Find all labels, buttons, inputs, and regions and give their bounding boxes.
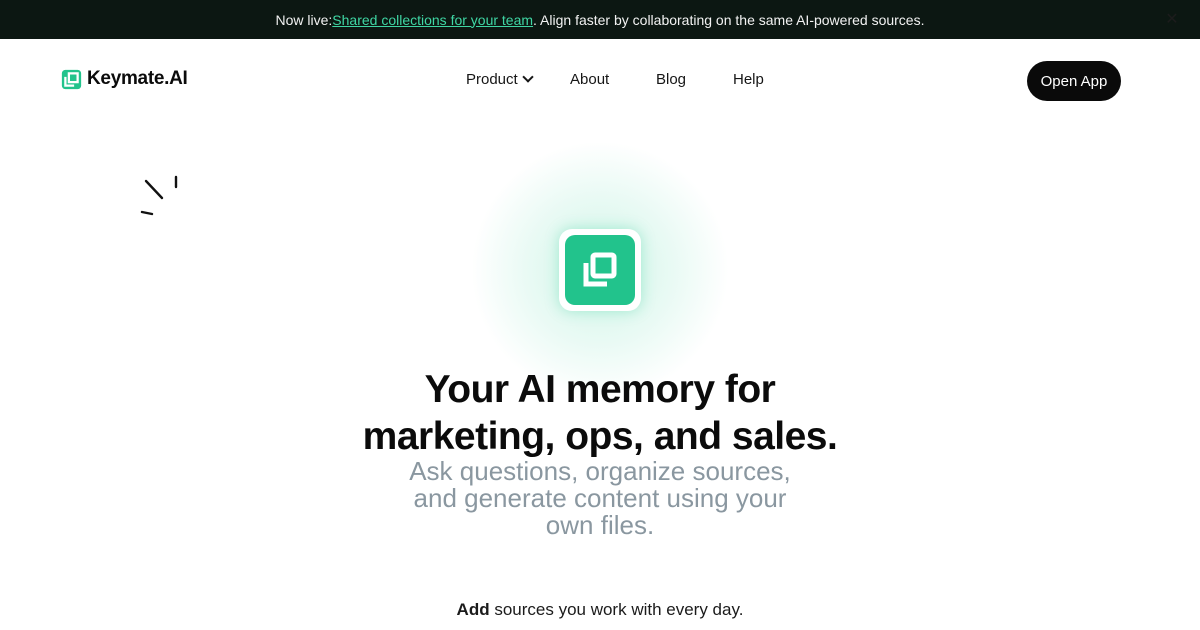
brand-name: Keymate.AI xyxy=(87,68,188,89)
announcement-banner: Now live: Shared collections for your te… xyxy=(0,0,1200,39)
feature-add-bold: Add xyxy=(456,600,490,619)
nav-product[interactable]: Product xyxy=(466,71,534,88)
close-icon[interactable]: ✕ xyxy=(1162,9,1182,29)
keymate-app-icon xyxy=(559,229,641,311)
sub-line-1: Ask questions, organize sources, xyxy=(409,456,791,486)
layers-icon xyxy=(583,252,617,287)
headline-line-2: marketing, ops, and sales. xyxy=(362,415,838,458)
app-icon-tile xyxy=(565,235,635,305)
keymate-logo-icon xyxy=(61,69,82,89)
sub-line-3: own files. xyxy=(545,510,655,540)
feature-add-text: sources you work with every day. xyxy=(489,600,744,619)
nav-product-label: Product xyxy=(466,71,518,88)
hero-headline: Your AI memory for marketing, ops, and s… xyxy=(300,366,900,460)
banner-suffix: . Align faster by collaborating on the s… xyxy=(533,11,925,28)
chevron-down-icon xyxy=(522,71,534,83)
headline-line-1: Your AI memory for xyxy=(424,368,776,411)
brand-logo[interactable]: Keymate.AI xyxy=(61,68,188,90)
sparkle-doodle-icon xyxy=(140,175,178,216)
banner-prefix: Now live: xyxy=(275,11,333,28)
sub-line-2: and generate content using your xyxy=(413,483,787,513)
nav-about[interactable]: About xyxy=(570,71,609,88)
hero-subheadline: Ask questions, organize sources, and gen… xyxy=(380,458,820,539)
nav-blog[interactable]: Blog xyxy=(656,71,686,88)
open-app-button[interactable]: Open App xyxy=(1027,61,1121,101)
feature-add: Add sources you work with every day. xyxy=(300,600,900,620)
banner-link[interactable]: Shared collections for your team xyxy=(332,12,533,28)
nav-help[interactable]: Help xyxy=(733,71,764,88)
